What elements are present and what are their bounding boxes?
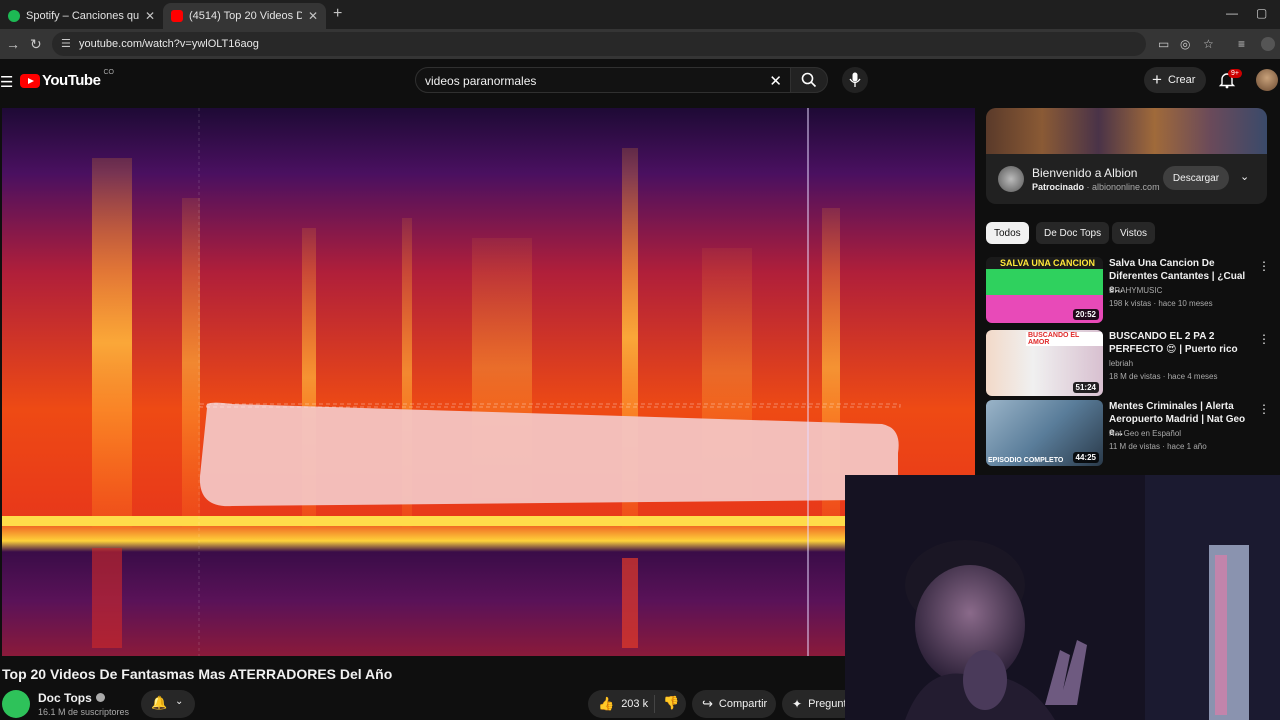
minimize-icon[interactable]: — — [1226, 6, 1238, 20]
new-tab-icon[interactable]: + — [333, 5, 342, 23]
video-duration: 44:25 — [1072, 452, 1099, 463]
reading-list-icon[interactable]: ≡ — [1238, 37, 1245, 51]
sponsored-label: Patrocinado — [1032, 182, 1085, 192]
video-thumbnail[interactable]: EPISODIO COMPLETO 44:25 — [986, 400, 1103, 466]
channel-name-text[interactable]: Doc Tops — [38, 691, 92, 705]
notifications-badge: 9+ — [1228, 69, 1242, 78]
like-dislike-group: 👍 203 k 👎 — [588, 690, 686, 718]
browser-tab-bar: Spotify – Canciones que te gus ✕ (4514) … — [0, 0, 1280, 29]
microphone-icon — [849, 72, 861, 87]
like-count: 203 k — [621, 698, 649, 710]
albion-logo — [998, 166, 1024, 192]
chip-all[interactable]: Todos — [986, 222, 1029, 244]
more-options-icon[interactable]: ⋮ — [1258, 332, 1270, 346]
recommendation-channel[interactable]: BRAHYMUSIC — [1109, 286, 1162, 295]
share-label: Compartir — [718, 698, 768, 710]
address-bar: → ↻ ☰ youtube.com/watch?v=ywlOLT16aog ▭ … — [0, 29, 1280, 59]
cast-icon[interactable]: ▭ — [1158, 37, 1169, 51]
share-icon: ↪ — [702, 696, 713, 711]
chip-from-channel[interactable]: De Doc Tops — [1036, 222, 1110, 244]
clear-search-icon[interactable]: ✕ — [769, 72, 782, 90]
tab-youtube[interactable]: (4514) Top 20 Videos De Fantas ✕ — [163, 3, 326, 29]
ask-label: Pregunt — [808, 698, 847, 710]
dislike-button[interactable]: 👎 — [654, 695, 679, 713]
url-box[interactable]: ☰ youtube.com/watch?v=ywlOLT16aog — [52, 32, 1146, 56]
youtube-icon — [171, 10, 183, 22]
create-label: Crear — [1167, 74, 1196, 86]
thumbnail-caption: BUSCANDO EL AMOR — [1026, 332, 1103, 346]
webcam-overlay — [845, 475, 1280, 720]
recommendation-item[interactable]: EPISODIO COMPLETO 44:25 Mentes Criminale… — [986, 400, 1276, 466]
sparkle-icon: ✦ — [792, 697, 803, 711]
bell-icon: 🔔 — [151, 695, 168, 710]
tab-title: Spotify – Canciones que te gus — [26, 10, 139, 22]
share-button[interactable]: ↪ Compartir — [692, 690, 776, 718]
video-duration: 20:52 — [1072, 309, 1099, 320]
chip-watched[interactable]: Vistos — [1112, 222, 1156, 244]
search-icon — [801, 72, 817, 88]
channel-name[interactable]: Doc Tops — [38, 691, 105, 705]
forward-icon[interactable]: → — [6, 36, 20, 52]
recommendation-meta: 18 M de vistas · hace 4 meses — [1109, 372, 1218, 381]
spectrogram-frame — [2, 108, 975, 656]
recommendation-item[interactable]: SALVA UNA CANCION 20:52 Salva Una Cancio… — [986, 257, 1276, 323]
channel-avatar[interactable] — [2, 690, 30, 718]
search-button[interactable] — [790, 67, 828, 93]
search-query[interactable]: videos paranormales — [425, 74, 536, 88]
recommendation-channel[interactable]: Nat Geo en Español — [1109, 429, 1181, 438]
ad-banner-image[interactable] — [986, 108, 1267, 154]
ask-button[interactable]: ✦ Pregunt — [782, 690, 847, 718]
verified-icon — [95, 693, 105, 702]
reload-icon[interactable]: ↻ — [30, 36, 42, 53]
restore-icon[interactable]: ▢ — [1256, 6, 1267, 20]
youtube-play-icon — [20, 73, 40, 88]
more-options-icon[interactable]: ⋮ — [1258, 259, 1270, 273]
account-avatar[interactable] — [1256, 69, 1278, 91]
recommendation-item[interactable]: BUSCANDO EL AMOR 51:24 BUSCANDO EL 2 PA … — [986, 330, 1276, 396]
download-button[interactable]: Descargar — [1163, 166, 1229, 190]
recommendation-meta: 11 M de vistas · hace 1 año — [1109, 442, 1207, 451]
thumbnail-caption: SALVA UNA CANCION — [1000, 258, 1095, 268]
youtube-header: ☰ YouTube CO videos paranormales ✕ + Cre… — [0, 59, 1280, 108]
profile-icon[interactable] — [1261, 37, 1275, 51]
video-player[interactable] — [2, 108, 975, 656]
close-tab-icon[interactable]: ✕ — [308, 9, 318, 23]
recommendation-channel[interactable]: lebriah — [1109, 359, 1133, 368]
recommendation-meta: 198 k vistas · hace 10 meses — [1109, 299, 1213, 308]
ad-title[interactable]: Bienvenido a Albion — [1032, 166, 1137, 180]
site-info-icon[interactable]: ☰ — [61, 37, 71, 50]
eye-off-icon[interactable]: ◎ — [1180, 37, 1190, 51]
search-input[interactable]: videos paranormales ✕ — [415, 67, 791, 93]
youtube-logo[interactable]: YouTube CO — [20, 69, 114, 89]
menu-icon[interactable]: ☰ — [0, 73, 13, 91]
plus-icon: + — [1152, 70, 1162, 89]
voice-search-button[interactable] — [842, 67, 868, 93]
recommendation-title[interactable]: BUSCANDO EL 2 PA 2 PERFECTO 😍 | Puerto r… — [1109, 330, 1254, 356]
country-code: CO — [103, 69, 114, 76]
video-thumbnail[interactable]: BUSCANDO EL AMOR 51:24 — [986, 330, 1103, 396]
subscriber-count: 16.1 M de suscriptores — [38, 707, 130, 717]
youtube-wordmark: YouTube — [42, 72, 101, 89]
video-title: Top 20 Videos De Fantasmas Mas ATERRADOR… — [2, 666, 393, 682]
video-thumbnail[interactable]: SALVA UNA CANCION 20:52 — [986, 257, 1103, 323]
chevron-down-icon[interactable]: ⌄ — [1240, 170, 1249, 183]
url-text[interactable]: youtube.com/watch?v=ywlOLT16aog — [79, 38, 259, 50]
spotify-icon — [8, 10, 20, 22]
thumbs-up-icon: 👍 — [598, 696, 615, 711]
bookmark-star-icon[interactable]: ☆ — [1203, 37, 1214, 51]
close-tab-icon[interactable]: ✕ — [145, 9, 155, 23]
chevron-down-icon: ⌄ — [175, 696, 184, 707]
ad-sponsor-line: Patrocinado · albiononline.com — [1032, 182, 1160, 192]
ad-domain: albiononline.com — [1092, 182, 1160, 192]
thumbnail-caption: EPISODIO COMPLETO — [988, 457, 1064, 464]
more-options-icon[interactable]: ⋮ — [1258, 402, 1270, 416]
tab-spotify[interactable]: Spotify – Canciones que te gus ✕ — [0, 3, 163, 29]
create-button[interactable]: + Crear — [1144, 67, 1206, 93]
video-duration: 51:24 — [1072, 382, 1099, 393]
tab-title: (4514) Top 20 Videos De Fantas — [189, 10, 302, 22]
like-button[interactable]: 👍 203 k — [588, 696, 654, 712]
subscription-bell-button[interactable]: 🔔 ⌄ — [141, 690, 195, 718]
streamer-webcam-image — [845, 475, 1280, 720]
sponsored-ad-card[interactable]: Bienvenido a Albion Patrocinado · albion… — [986, 108, 1267, 204]
